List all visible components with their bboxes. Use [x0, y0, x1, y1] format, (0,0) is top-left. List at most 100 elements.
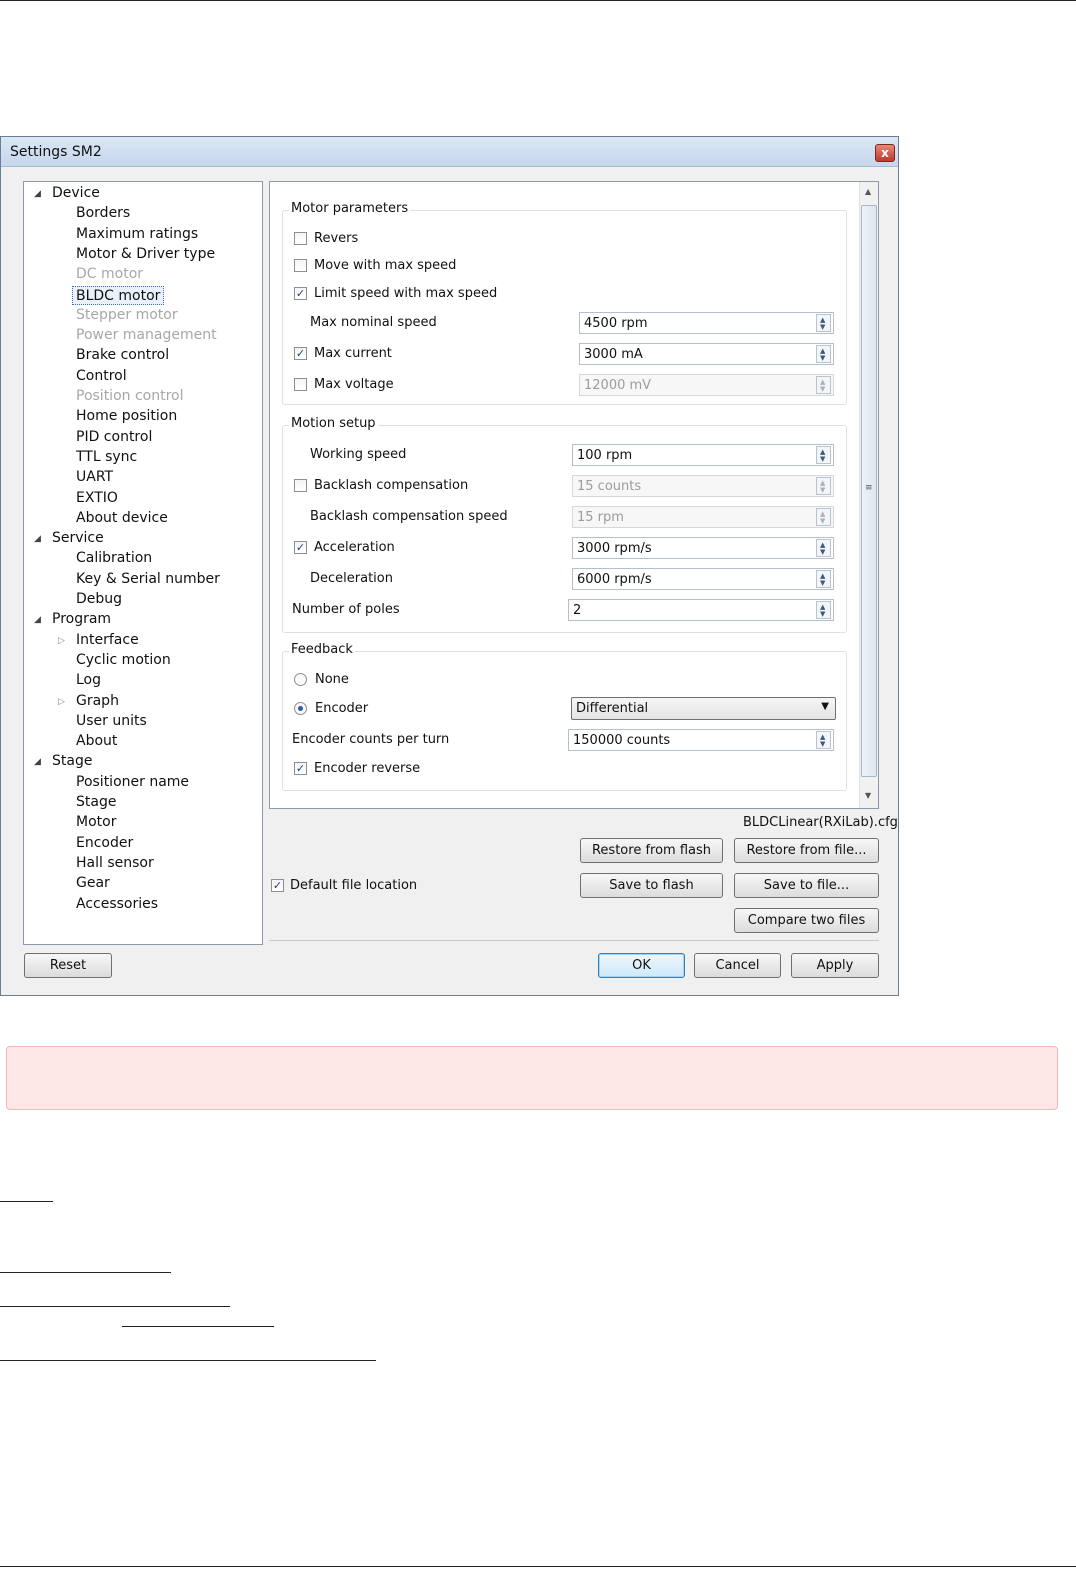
- motor-parameters-title: Motor parameters: [289, 201, 411, 216]
- tree-item-accessories[interactable]: Accessories: [76, 895, 158, 914]
- max-voltage-checkbox[interactable]: [294, 378, 307, 391]
- limit-speed-checkbox[interactable]: ✓: [294, 287, 307, 300]
- bottom-rule: [0, 1566, 1076, 1567]
- tree-item-uart[interactable]: UART: [76, 468, 113, 487]
- spin-arrows-icon[interactable]: ▲ ▼: [816, 539, 831, 557]
- tree-item-brake-control[interactable]: Brake control: [76, 346, 169, 365]
- save-to-flash-button[interactable]: Save to flash: [580, 873, 723, 898]
- scroll-up-icon[interactable]: ▲: [865, 187, 871, 196]
- tree-item-calibration[interactable]: Calibration: [76, 549, 152, 568]
- footer-divider: [269, 940, 879, 941]
- tree-item-graph[interactable]: Graph: [76, 692, 119, 711]
- title-bar[interactable]: Settings SM2 x: [1, 137, 898, 167]
- tree-item-device[interactable]: Device: [52, 184, 100, 203]
- tree-item-maximum-ratings[interactable]: Maximum ratings: [76, 225, 198, 244]
- encoder-radio[interactable]: [294, 702, 307, 715]
- scroll-down-icon[interactable]: ▼: [865, 791, 871, 800]
- max-current-checkbox[interactable]: ✓: [294, 347, 307, 360]
- encoder-type-select[interactable]: Differential ▼: [571, 697, 836, 720]
- tree-item-hall-sensor[interactable]: Hall sensor: [76, 854, 154, 873]
- encoder-label: Encoder: [315, 701, 369, 716]
- tree-item-program[interactable]: Program: [52, 610, 111, 629]
- working-speed-spinbox[interactable]: 100 rpm ▲ ▼: [572, 444, 834, 466]
- collapse-arrow-icon[interactable]: ◢: [34, 189, 41, 199]
- spin-arrows-icon[interactable]: ▲ ▼: [816, 570, 831, 588]
- expand-arrow-icon[interactable]: ▷: [58, 636, 65, 646]
- tree-item-debug[interactable]: Debug: [76, 590, 122, 609]
- reset-button[interactable]: Reset: [24, 953, 112, 978]
- deceleration-spinbox[interactable]: 6000 rpm/s ▲ ▼: [572, 568, 834, 590]
- tree-item-positioner-name[interactable]: Positioner name: [76, 773, 189, 792]
- encoder-reverse-checkbox[interactable]: ✓: [294, 762, 307, 775]
- tree-item-encoder[interactable]: Encoder: [76, 834, 133, 853]
- backlash-speed-spinbox: 15 rpm ▲ ▼: [572, 506, 834, 528]
- collapse-arrow-icon[interactable]: ◢: [34, 615, 41, 625]
- spin-arrows-icon[interactable]: ▲ ▼: [816, 345, 831, 363]
- close-button[interactable]: x: [875, 144, 895, 162]
- tree-item-control[interactable]: Control: [76, 367, 127, 386]
- backlash-speed-label: Backlash compensation speed: [310, 509, 508, 524]
- expand-arrow-icon[interactable]: ▷: [58, 697, 65, 707]
- settings-tree[interactable]: ◢ Device Borders Maximum ratings Motor & Dri…: [23, 181, 263, 945]
- tree-item-cyclic-motion[interactable]: Cyclic motion: [76, 651, 171, 670]
- encoder-counts-spinbox[interactable]: 150000 counts ▲ ▼: [568, 729, 834, 751]
- encoder-type-value: Differential: [576, 701, 649, 716]
- default-location-checkbox[interactable]: ✓: [271, 879, 284, 892]
- tree-item-ttl-sync[interactable]: TTL sync: [76, 448, 137, 467]
- tree-item-home-position[interactable]: Home position: [76, 407, 177, 426]
- spin-arrows-icon[interactable]: ▲ ▼: [816, 731, 831, 749]
- tree-item-motor-driver-type[interactable]: Motor & Driver type: [76, 245, 215, 264]
- scrollbar-thumb[interactable]: ≡: [861, 205, 877, 777]
- spin-arrows-icon[interactable]: ▲ ▼: [816, 601, 831, 619]
- tree-item-user-units[interactable]: User units: [76, 712, 147, 731]
- tree-item-stage[interactable]: Stage: [76, 793, 116, 812]
- compare-files-button[interactable]: Compare two files: [734, 908, 879, 933]
- max-voltage-spinbox: 12000 mV ▲ ▼: [579, 374, 834, 396]
- move-max-speed-checkbox[interactable]: [294, 259, 307, 272]
- poles-spinbox[interactable]: 2 ▲ ▼: [568, 599, 834, 621]
- spin-arrows-icon[interactable]: ▲ ▼: [816, 314, 831, 332]
- max-voltage-label: Max voltage: [314, 377, 394, 392]
- tree-item-power-management: Power management: [76, 327, 217, 343]
- encoder-counts-label: Encoder counts per turn: [292, 732, 450, 747]
- acceleration-spinbox[interactable]: 3000 rpm/s ▲ ▼: [572, 537, 834, 559]
- tree-item-about-device[interactable]: About device: [76, 509, 168, 528]
- collapse-arrow-icon[interactable]: ◢: [34, 534, 41, 544]
- tree-item-extio[interactable]: EXTIO: [76, 489, 118, 508]
- tree-item-bldc-motor[interactable]: BLDC motor: [72, 286, 165, 305]
- none-radio[interactable]: [294, 673, 307, 686]
- poles-label: Number of poles: [292, 602, 400, 617]
- tree-item-borders[interactable]: Borders: [76, 204, 130, 223]
- backlash-checkbox[interactable]: [294, 479, 307, 492]
- ok-button[interactable]: OK: [598, 953, 685, 978]
- tree-item-service[interactable]: Service: [52, 529, 104, 548]
- tree-item-key-serial-number[interactable]: Key & Serial number: [76, 570, 220, 589]
- acceleration-checkbox[interactable]: ✓: [294, 541, 307, 554]
- working-speed-label: Working speed: [310, 447, 407, 462]
- restore-from-flash-button[interactable]: Restore from flash: [580, 838, 723, 863]
- max-current-spinbox[interactable]: 3000 mA ▲ ▼: [579, 343, 834, 365]
- acceleration-label: Acceleration: [314, 540, 395, 555]
- link-underline: [0, 1360, 376, 1361]
- apply-button[interactable]: Apply: [791, 953, 879, 978]
- window-title: Settings SM2: [10, 144, 102, 160]
- tree-item-motor[interactable]: Motor: [76, 813, 116, 832]
- tree-item-stage[interactable]: Stage: [52, 752, 92, 771]
- revers-checkbox[interactable]: [294, 232, 307, 245]
- collapse-arrow-icon[interactable]: ◢: [34, 757, 41, 767]
- link-underline: [0, 1201, 53, 1202]
- tree-item-about[interactable]: About: [76, 732, 117, 751]
- cancel-button[interactable]: Cancel: [694, 953, 781, 978]
- tree-item-pid-control[interactable]: PID control: [76, 428, 152, 447]
- max-voltage-value: 12000 mV: [584, 378, 652, 393]
- save-to-file-button[interactable]: Save to file...: [734, 873, 879, 898]
- spin-arrows-icon[interactable]: ▲ ▼: [816, 446, 831, 464]
- tree-item-interface[interactable]: Interface: [76, 631, 139, 650]
- encoder-counts-value: 150000 counts: [573, 733, 671, 748]
- max-nominal-speed-spinbox[interactable]: 4500 rpm ▲ ▼: [579, 312, 834, 334]
- tree-item-dc-motor: DC motor: [76, 266, 144, 282]
- restore-from-file-button[interactable]: Restore from file...: [734, 838, 879, 863]
- tree-item-log[interactable]: Log: [76, 671, 101, 690]
- tree-item-gear[interactable]: Gear: [76, 874, 110, 893]
- backlash-value: 15 counts: [577, 479, 642, 494]
